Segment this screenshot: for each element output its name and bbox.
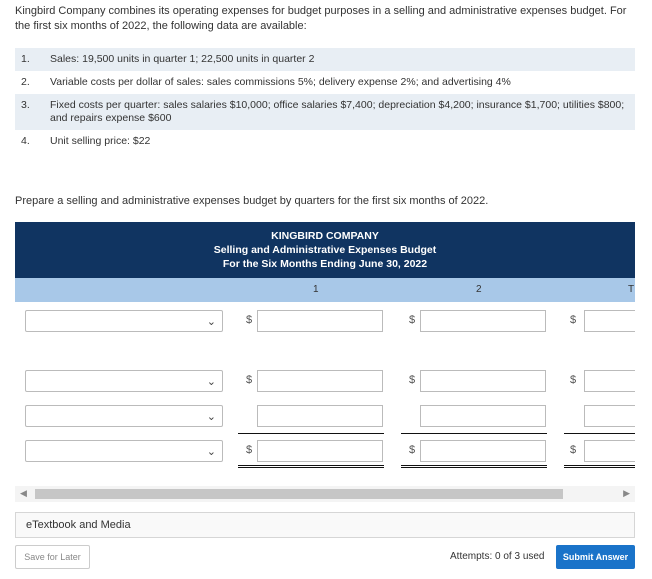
dollar-sign: $ (570, 444, 577, 456)
budget-table: KINGBIRD COMPANY Selling and Administrat… (15, 222, 635, 470)
dollar-sign: $ (246, 374, 253, 386)
total-header: T (628, 284, 635, 295)
triangle-right-icon[interactable]: ▶ (623, 488, 630, 499)
etextbook-media-link[interactable]: eTextbook and Media (15, 512, 635, 538)
total-double-rule (401, 465, 547, 468)
quarter-1-input[interactable] (257, 405, 383, 427)
triangle-left-icon[interactable]: ◀ (20, 488, 27, 499)
list-item: 4. Unit selling price: $22 (15, 130, 635, 153)
expense-item-select[interactable]: ⌄ (25, 405, 223, 427)
budget-header: KINGBIRD COMPANY Selling and Administrat… (15, 222, 635, 278)
dollar-sign: $ (570, 314, 577, 326)
chevron-down-icon: ⌄ (206, 411, 216, 423)
submit-answer-button[interactable]: Submit Answer (556, 545, 635, 569)
dollar-sign: $ (409, 314, 416, 326)
facts-list: 1. Sales: 19,500 units in quarter 1; 22,… (15, 48, 635, 153)
total-input[interactable] (584, 405, 635, 427)
list-item: 3. Fixed costs per quarter: sales salari… (15, 94, 635, 130)
problem-intro: Kingbird Company combines its operating … (15, 5, 627, 32)
company-name: KINGBIRD COMPANY (271, 230, 379, 242)
quarter-1-input[interactable] (257, 310, 383, 332)
dollar-sign: $ (409, 444, 416, 456)
list-item: 2. Variable costs per dollar of sales: s… (15, 71, 635, 94)
subtotal-rule (401, 433, 547, 434)
list-item: 1. Sales: 19,500 units in quarter 1; 22,… (15, 48, 635, 71)
dollar-sign: $ (570, 374, 577, 386)
quarter-1-input[interactable] (257, 370, 383, 392)
total-input[interactable] (584, 310, 635, 332)
expense-item-select[interactable]: ⌄ (25, 370, 223, 392)
table-row: ⌄ $ $ $ (15, 440, 635, 462)
table-row: ⌄ $ $ $ (15, 310, 635, 332)
quarter-2-input[interactable] (420, 310, 546, 332)
dollar-sign: $ (409, 374, 416, 386)
instructions: Prepare a selling and administrative exp… (15, 195, 489, 207)
quarter-2-input[interactable] (420, 370, 546, 392)
dollar-sign: $ (246, 444, 253, 456)
total-double-rule (564, 465, 635, 468)
budget-title: Selling and Administrative Expenses Budg… (213, 244, 437, 256)
quarter-2-input[interactable] (420, 405, 546, 427)
table-row: ⌄ $ $ $ (15, 370, 635, 392)
total-input[interactable] (584, 370, 635, 392)
expense-item-select[interactable]: ⌄ (25, 440, 223, 462)
expense-item-select[interactable]: ⌄ (25, 310, 223, 332)
chevron-down-icon: ⌄ (206, 316, 216, 328)
quarter-1-header: 1 (313, 284, 319, 295)
budget-period: For the Six Months Ending June 30, 2022 (222, 258, 428, 270)
quarter-1-input[interactable] (257, 440, 383, 462)
quarter-2-header: 2 (476, 284, 482, 295)
horizontal-scrollbar[interactable]: ◀ ▶ (15, 486, 635, 502)
attempts-counter: Attempts: 0 of 3 used (450, 551, 545, 562)
total-input[interactable] (584, 440, 635, 462)
total-double-rule (238, 465, 384, 468)
save-for-later-button[interactable]: Save for Later (15, 545, 90, 569)
quarter-header-row: 1 2 T (15, 278, 635, 302)
chevron-down-icon: ⌄ (206, 376, 216, 388)
dollar-sign: $ (246, 314, 253, 326)
quarter-2-input[interactable] (420, 440, 546, 462)
chevron-down-icon: ⌄ (206, 446, 216, 458)
subtotal-rule (564, 433, 635, 434)
subtotal-rule (238, 433, 384, 434)
scrollbar-thumb[interactable] (35, 489, 563, 499)
table-row: ⌄ (15, 405, 635, 427)
